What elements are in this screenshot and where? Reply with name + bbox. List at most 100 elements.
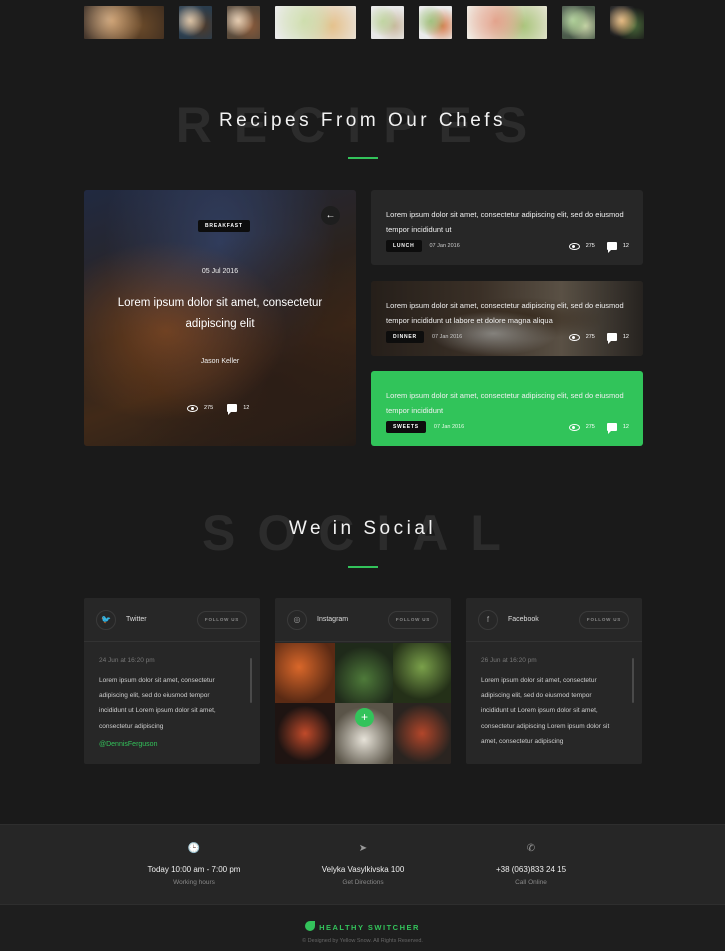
recipes-title: Recipes From Our Chefs [218, 110, 507, 131]
recipe-card-meta: SWEETS 07 Jan 2016 [386, 421, 464, 433]
twitter-icon: 🐦 [96, 610, 116, 630]
recipe-card-lunch[interactable]: Lorem ipsum dolor sit amet, consectetur … [371, 190, 643, 265]
eye-icon [568, 242, 580, 250]
recipe-comments: 12 [606, 242, 629, 253]
recipe-date: 07 Jan 2016 [429, 243, 460, 249]
facebook-card-header: f Facebook FOLLOW US [466, 598, 642, 642]
get-directions-link[interactable]: Get Directions [283, 879, 443, 886]
recipe-card-sweets[interactable]: Lorem ipsum dolor sit amet, consectetur … [371, 371, 643, 446]
facebook-follow-button[interactable]: FOLLOW US [579, 611, 629, 629]
twitter-date: 24 Jun at 16:20 pm [99, 657, 155, 664]
recipe-tag[interactable]: DINNER [386, 331, 424, 343]
thumbnail-meal-prep-boxes[interactable] [275, 6, 356, 39]
twitter-card-header: 🐦 Twitter FOLLOW US [84, 598, 260, 642]
twitter-name: Twitter [126, 616, 147, 623]
thumbnail-veggie-bowls[interactable] [419, 6, 452, 39]
eye-icon [568, 423, 580, 431]
footer: HEALTHY SWITCHER © Designed by Yellow Sn… [0, 904, 725, 951]
thumbnail-burger[interactable] [84, 6, 164, 39]
featured-author: Jason Keller [200, 358, 240, 365]
featured-title[interactable]: Lorem ipsum dolor sit amet, consectetur … [114, 293, 326, 335]
thumbnail-hands-bowl[interactable] [179, 6, 212, 39]
call-online-link[interactable]: Call Online [451, 879, 611, 886]
instagram-name: Instagram [317, 616, 349, 623]
recipe-comments: 12 [606, 423, 629, 434]
phone-text[interactable]: +38 (063)833 24 15 [451, 865, 611, 874]
phone-icon: ✆ [526, 843, 536, 854]
instagram-follow-button[interactable]: FOLLOW US [388, 611, 438, 629]
recipe-card-text[interactable]: Lorem ipsum dolor sit amet, consectetur … [386, 298, 631, 328]
featured-recipe-card[interactable]: BREAKFAST ← 05 Jul 2016 Lorem ipsum dolo… [84, 190, 356, 446]
copyright-text: © Designed by Yellow Snow. All Rights Re… [302, 938, 423, 944]
instagram-photo[interactable] [275, 643, 335, 703]
featured-views-count: 275 [204, 405, 214, 411]
instagram-photo[interactable] [393, 643, 451, 703]
social-divider [348, 566, 378, 568]
instagram-photo-grid: + [275, 643, 451, 764]
clock-icon: 🕒 [187, 843, 201, 854]
recipe-card-text[interactable]: Lorem ipsum dolor sit amet, consectetur … [386, 207, 631, 237]
back-arrow-button[interactable]: ← [321, 206, 340, 225]
thumbnail-fruit-plate[interactable] [227, 6, 260, 39]
location-arrow-icon: ➤ [358, 843, 368, 854]
eye-icon [187, 404, 198, 412]
recipe-stats: 275 12 [568, 242, 629, 253]
twitter-handle-link[interactable]: @DennisFerguson [99, 741, 157, 748]
address-text: Velyka Vasylkivska 100 [321, 865, 405, 874]
contact-hours: 🕒 Today 10:00 am - 7:00 pm Working hours [114, 843, 274, 886]
facebook-scrollbar[interactable] [632, 658, 634, 703]
eye-icon [568, 333, 580, 341]
social-title: We in Social [288, 518, 437, 539]
contact-address: ➤ Velyka Vasylkivska 100 Get Directions [283, 843, 443, 886]
thumbnail-strip [84, 6, 644, 39]
recipe-tag[interactable]: SWEETS [386, 421, 426, 433]
brand-logo[interactable]: HEALTHY SWITCHER [0, 921, 725, 932]
facebook-icon: f [478, 610, 498, 630]
instagram-card-header: ◎ Instagram FOLLOW US [275, 598, 451, 642]
leaf-icon [305, 921, 316, 931]
recipe-date: 07 Jan 2016 [433, 424, 465, 430]
twitter-scrollbar[interactable] [250, 658, 252, 703]
comment-icon [606, 242, 617, 253]
recipe-views: 275 [568, 242, 595, 250]
featured-comments-count: 12 [243, 405, 250, 411]
thumbnail-fruit-board[interactable] [467, 6, 547, 39]
instagram-photo[interactable] [335, 643, 393, 703]
comment-icon [606, 423, 617, 434]
comment-icon [227, 404, 238, 415]
thumbnail-salad-white[interactable] [371, 6, 404, 39]
instagram-photo[interactable] [393, 703, 451, 764]
recipe-card-dinner[interactable]: Lorem ipsum dolor sit amet, consectetur … [371, 281, 643, 356]
recipe-comments-count: 12 [622, 243, 629, 249]
contact-bar: 🕒 Today 10:00 am - 7:00 pm Working hours… [0, 824, 725, 904]
twitter-body: Lorem ipsum dolor sit amet, consectetur … [99, 677, 216, 730]
featured-views: 275 [187, 404, 213, 412]
hours-label: Working hours [173, 879, 215, 886]
twitter-card: 🐦 Twitter FOLLOW US 24 Jun at 16:20 pm L… [84, 598, 260, 764]
recipe-views: 275 [568, 423, 595, 431]
featured-tag[interactable]: BREAKFAST [198, 220, 250, 232]
facebook-name: Facebook [508, 616, 539, 623]
comment-icon [606, 333, 617, 344]
instagram-photo[interactable] [275, 703, 335, 764]
recipe-views-count: 275 [585, 424, 595, 430]
brand-name: HEALTHY SWITCHER [319, 923, 420, 932]
facebook-body: Lorem ipsum dolor sit amet, consectetur … [481, 677, 610, 745]
recipe-views-count: 275 [585, 334, 595, 340]
recipe-comments-count: 12 [622, 424, 629, 430]
hours-text: Today 10:00 am - 7:00 pm [147, 865, 241, 874]
recipe-comments-count: 12 [622, 334, 629, 340]
facebook-card: f Facebook FOLLOW US 26 Jun at 16:20 pm … [466, 598, 642, 764]
recipe-stats: 275 12 [568, 423, 629, 434]
twitter-follow-button[interactable]: FOLLOW US [197, 611, 247, 629]
recipe-card-text[interactable]: Lorem ipsum dolor sit amet, consectetur … [386, 388, 631, 418]
recipe-views-count: 275 [585, 243, 595, 249]
recipe-tag[interactable]: LUNCH [386, 240, 422, 252]
recipe-card-meta: DINNER 07 Jan 2016 [386, 331, 462, 343]
thumbnail-green-salad[interactable] [562, 6, 595, 39]
instagram-plus-button[interactable]: + [355, 708, 374, 727]
contact-phone: ✆ +38 (063)833 24 15 Call Online [451, 843, 611, 886]
thumbnail-spices[interactable] [610, 6, 644, 39]
recipe-stats: 275 12 [568, 333, 629, 344]
featured-date: 05 Jul 2016 [201, 268, 239, 275]
